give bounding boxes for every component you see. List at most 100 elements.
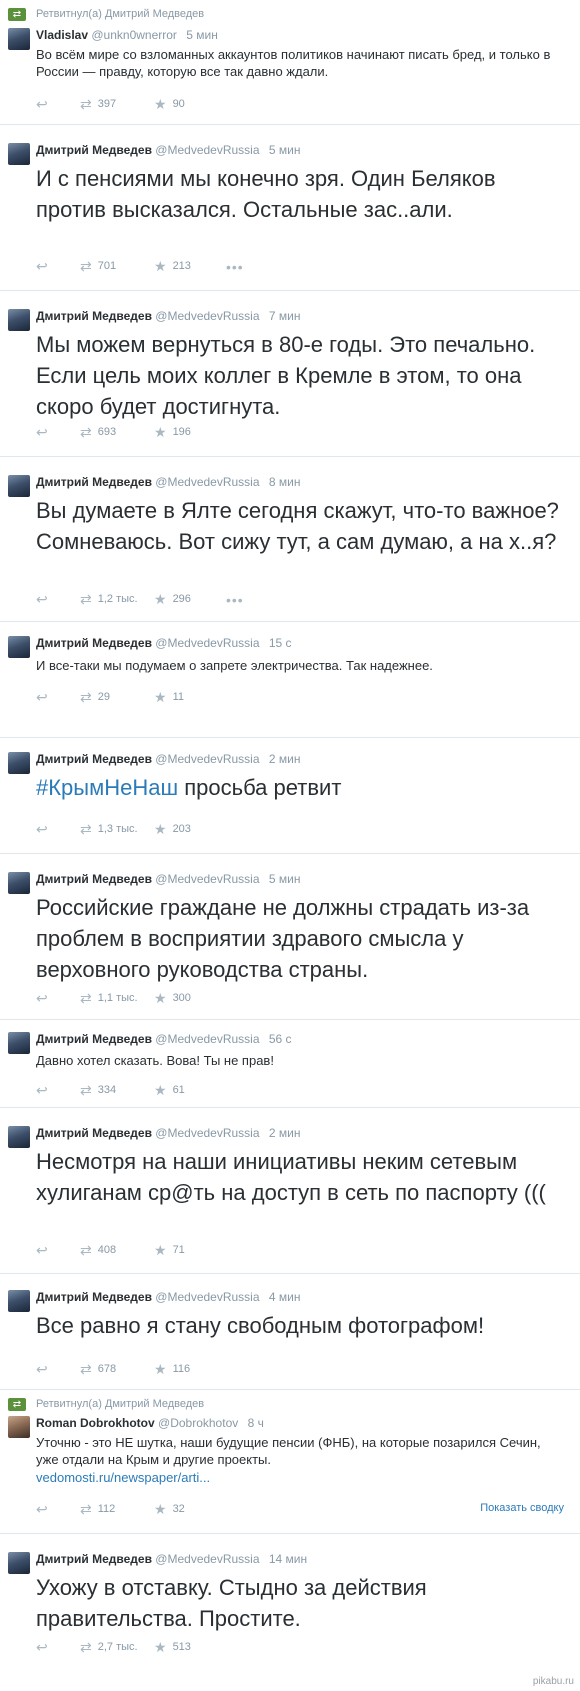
hashtag-link[interactable]: #КрымНеНаш [36, 775, 178, 800]
author-name[interactable]: Дмитрий Медведев [36, 1290, 152, 1304]
tweet-9[interactable]: Дмитрий Медведев @MedvedevRussia 4 мин В… [0, 1274, 580, 1390]
tweet-3[interactable]: Дмитрий Медведев @MedvedevRussia 8 мин В… [0, 457, 580, 622]
avatar[interactable] [8, 872, 30, 894]
retweet-button[interactable]: ⇄ 408 [80, 1243, 116, 1257]
avatar[interactable] [8, 475, 30, 497]
author-name[interactable]: Roman Dobrokhotov [36, 1416, 155, 1430]
reply-button[interactable]: ↩ [36, 97, 54, 111]
reply-button[interactable]: ↩ [36, 259, 54, 273]
tweet-time[interactable]: 7 мин [269, 309, 301, 323]
author-handle[interactable]: @MedvedevRussia [155, 1290, 259, 1304]
reply-button[interactable]: ↩ [36, 1640, 54, 1654]
retweet-button[interactable]: ⇄ 1,1 тыс. [80, 991, 138, 1005]
avatar[interactable] [8, 1416, 30, 1438]
avatar[interactable] [8, 309, 30, 331]
reply-button[interactable]: ↩ [36, 1362, 54, 1376]
author-handle[interactable]: @MedvedevRussia [155, 143, 259, 157]
retweet-button[interactable]: ⇄ 29 [80, 690, 110, 704]
retweet-button[interactable]: ⇄ 1,2 тыс. [80, 592, 138, 606]
author-name[interactable]: Дмитрий Медведев [36, 1126, 152, 1140]
author-handle[interactable]: @MedvedevRussia [155, 1126, 259, 1140]
more-button[interactable]: ••• [226, 259, 244, 275]
tweet-time[interactable]: 15 с [269, 636, 292, 650]
reply-button[interactable]: ↩ [36, 592, 54, 606]
author-handle[interactable]: @Dobrokhotov [158, 1416, 238, 1430]
retweet-button[interactable]: ⇄ 397 [80, 97, 116, 111]
show-summary-link[interactable]: Показать сводку [480, 1502, 564, 1514]
favorite-button[interactable]: ★ 203 [154, 822, 191, 836]
author-name[interactable]: Дмитрий Медведев [36, 752, 152, 766]
author-name[interactable]: Дмитрий Медведев [36, 872, 152, 886]
retweet-button[interactable]: ⇄ 2,7 тыс. [80, 1640, 138, 1654]
author-name[interactable]: Vladislav [36, 28, 88, 42]
avatar[interactable] [8, 28, 30, 50]
more-button[interactable]: ••• [226, 592, 244, 608]
favorite-button[interactable]: ★ 213 [154, 259, 191, 273]
retweet-button[interactable]: ⇄ 1,3 тыс. [80, 822, 138, 836]
author-name[interactable]: Дмитрий Медведев [36, 143, 152, 157]
favorite-button[interactable]: ★ 196 [154, 425, 191, 439]
tweet-10[interactable]: ⇄ Ретвитнул(а) Дмитрий Медведев Roman Do… [0, 1390, 580, 1534]
author-handle[interactable]: @MedvedevRussia [155, 872, 259, 886]
reply-button[interactable]: ↩ [36, 1083, 54, 1097]
tweet-1[interactable]: Дмитрий Медведев @MedvedevRussia 5 мин И… [0, 125, 580, 291]
tweet-8[interactable]: Дмитрий Медведев @MedvedevRussia 2 мин Н… [0, 1108, 580, 1274]
author-name[interactable]: Дмитрий Медведев [36, 1032, 152, 1046]
favorite-button[interactable]: ★ 513 [154, 1640, 191, 1654]
favorite-button[interactable]: ★ 116 [154, 1362, 190, 1376]
favorite-button[interactable]: ★ 61 [154, 1083, 185, 1097]
author-name[interactable]: Дмитрий Медведев [36, 1552, 152, 1566]
favorite-button[interactable]: ★ 300 [154, 991, 191, 1005]
author-handle[interactable]: @MedvedevRussia [155, 1032, 259, 1046]
favorite-button[interactable]: ★ 11 [154, 690, 184, 704]
author-name[interactable]: Дмитрий Медведев [36, 309, 152, 323]
tweet-time[interactable]: 14 мин [269, 1552, 307, 1566]
avatar[interactable] [8, 1552, 30, 1574]
author-handle[interactable]: @MedvedevRussia [155, 1552, 259, 1566]
author-name[interactable]: Дмитрий Медведев [36, 636, 152, 650]
retweet-button[interactable]: ⇄ 112 [80, 1502, 115, 1516]
avatar[interactable] [8, 1290, 30, 1312]
tweet-2[interactable]: Дмитрий Медведев @MedvedevRussia 7 мин М… [0, 291, 580, 457]
tweet-time[interactable]: 8 ч [248, 1416, 264, 1430]
tweet-time[interactable]: 5 мин [269, 872, 301, 886]
tweet-4[interactable]: Дмитрий Медведев @MedvedevRussia 15 с И … [0, 622, 580, 738]
tweet-time[interactable]: 4 мин [269, 1290, 301, 1304]
tweet-7[interactable]: Дмитрий Медведев @MedvedevRussia 56 с Да… [0, 1020, 580, 1108]
avatar[interactable] [8, 636, 30, 658]
retweet-button[interactable]: ⇄ 334 [80, 1083, 116, 1097]
tweet-6[interactable]: Дмитрий Медведев @MedvedevRussia 5 мин Р… [0, 854, 580, 1020]
reply-button[interactable]: ↩ [36, 822, 54, 836]
tweet-11[interactable]: Дмитрий Медведев @MedvedevRussia 14 мин … [0, 1534, 580, 1691]
author-handle[interactable]: @MedvedevRussia [155, 309, 259, 323]
favorite-button[interactable]: ★ 296 [154, 592, 191, 606]
avatar[interactable] [8, 1126, 30, 1148]
author-name[interactable]: Дмитрий Медведев [36, 475, 152, 489]
author-handle[interactable]: @MedvedevRussia [155, 752, 259, 766]
author-handle[interactable]: @MedvedevRussia [155, 636, 259, 650]
favorite-button[interactable]: ★ 71 [154, 1243, 185, 1257]
favorite-button[interactable]: ★ 90 [154, 97, 185, 111]
tweet-time[interactable]: 56 с [269, 1032, 292, 1046]
retweet-button[interactable]: ⇄ 678 [80, 1362, 116, 1376]
reply-button[interactable]: ↩ [36, 1502, 54, 1516]
favorite-button[interactable]: ★ 32 [154, 1502, 185, 1516]
avatar[interactable] [8, 1032, 30, 1054]
retweet-button[interactable]: ⇄ 693 [80, 425, 116, 439]
author-handle[interactable]: @MedvedevRussia [155, 475, 259, 489]
tweet-time[interactable]: 5 мин [269, 143, 301, 157]
avatar[interactable] [8, 143, 30, 165]
tweet-time[interactable]: 2 мин [269, 1126, 301, 1140]
reply-button[interactable]: ↩ [36, 690, 54, 704]
tweet-time[interactable]: 8 мин [269, 475, 301, 489]
avatar[interactable] [8, 752, 30, 774]
tweet-time[interactable]: 2 мин [269, 752, 301, 766]
author-handle[interactable]: @unkn0wnerror [91, 28, 177, 42]
tweet-0[interactable]: ⇄ Ретвитнул(а) Дмитрий Медведев Vladisla… [0, 0, 580, 125]
retweet-button[interactable]: ⇄ 701 [80, 259, 116, 273]
reply-button[interactable]: ↩ [36, 1243, 54, 1257]
tweet-time[interactable]: 5 мин [186, 28, 218, 42]
article-link[interactable]: vedomosti.ru/newspaper/arti... [36, 1470, 210, 1485]
tweet-5[interactable]: Дмитрий Медведев @MedvedevRussia 2 мин #… [0, 738, 580, 854]
reply-button[interactable]: ↩ [36, 991, 54, 1005]
